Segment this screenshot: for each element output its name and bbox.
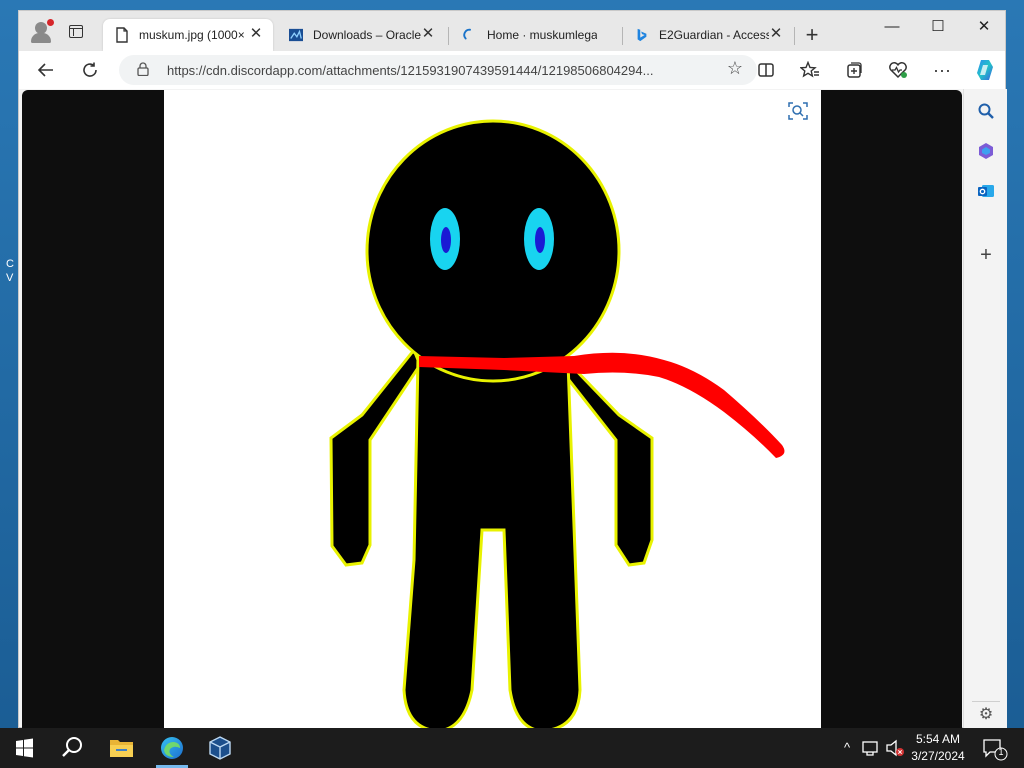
browser-essentials-icon	[889, 62, 907, 79]
profile-button[interactable]	[29, 19, 54, 43]
tab-home[interactable]: Home · muskumlega ✕	[451, 19, 621, 51]
tab-e2guardian[interactable]: E2Guardian - Access ✕	[623, 19, 793, 51]
visual-search-button[interactable]	[787, 100, 809, 122]
tab-title: Downloads – Oracle	[313, 28, 422, 42]
copilot-button[interactable]	[973, 57, 999, 83]
figure-body	[402, 356, 582, 729]
edge-sidebar: + ⚙	[963, 89, 1007, 729]
favorites-button[interactable]	[797, 57, 823, 83]
office-icon	[979, 143, 993, 159]
left-pupil	[441, 227, 451, 253]
navigation-toolbar: https://cdn.discordapp.com/attachments/1…	[19, 51, 1005, 89]
taskbar-file-explorer[interactable]	[98, 728, 146, 768]
sidebar-office-button[interactable]	[974, 139, 998, 163]
volume-muted-icon	[886, 739, 904, 757]
tab-actions-icon[interactable]	[69, 25, 83, 38]
split-screen-icon	[758, 63, 774, 77]
tab-separator	[448, 27, 449, 45]
search-icon	[978, 103, 994, 119]
minimize-button[interactable]: —	[869, 11, 915, 43]
taskbar-edge[interactable]	[148, 728, 196, 768]
favorite-star-icon[interactable]: ☆	[727, 58, 743, 79]
virtualbox-icon	[209, 736, 231, 760]
collections-icon	[847, 62, 862, 78]
tab-title: E2Guardian - Access	[659, 28, 769, 42]
refresh-icon	[83, 62, 97, 77]
outlook-icon	[978, 185, 994, 197]
notification-icon	[983, 739, 1008, 761]
maximize-button[interactable]: ☐	[915, 11, 961, 43]
desktop-icon-label: C	[6, 258, 14, 270]
clock-date: 3/27/2024	[911, 749, 965, 763]
tab-strip: muskum.jpg (1000× ✕ Downloads – Oracle ✕…	[19, 11, 1005, 51]
tab-downloads[interactable]: Downloads – Oracle ✕	[277, 19, 445, 51]
tab-muskum[interactable]: muskum.jpg (1000× ✕	[103, 19, 273, 51]
taskbar-clock[interactable]: 5:54 AM 3/27/2024	[906, 731, 970, 765]
back-icon	[37, 63, 53, 77]
bing-icon	[637, 28, 647, 42]
collections-button[interactable]	[841, 57, 867, 83]
start-icon	[16, 738, 33, 758]
refresh-button[interactable]	[77, 57, 103, 83]
image-viewer	[164, 90, 821, 729]
edge-icon	[161, 737, 183, 759]
sidebar-outlook-button[interactable]	[974, 179, 998, 203]
taskbar: ^ 5:54 AM 3/27/2024 1	[0, 728, 1024, 768]
loading-icon	[463, 28, 471, 40]
start-button[interactable]	[0, 728, 48, 768]
sidebar-settings-button[interactable]: ⚙	[974, 703, 998, 727]
lock-icon[interactable]	[137, 62, 149, 76]
browser-window: muskum.jpg (1000× ✕ Downloads – Oracle ✕…	[18, 10, 1007, 729]
sidebar-search-button[interactable]	[974, 99, 998, 123]
desktop-icon-label: V	[6, 272, 14, 284]
left-arm	[329, 347, 422, 567]
search-icon	[62, 737, 82, 757]
split-screen-button[interactable]	[753, 57, 779, 83]
browser-essentials-button[interactable]	[885, 57, 911, 83]
tray-volume[interactable]	[884, 728, 906, 768]
sidebar-add-button[interactable]: +	[974, 243, 998, 267]
right-pupil	[535, 227, 545, 253]
sidebar-divider	[972, 701, 1000, 702]
oracle-icon	[289, 28, 303, 42]
more-button[interactable]: ···	[929, 57, 955, 83]
notification-dot	[47, 19, 54, 26]
favorites-icon	[799, 60, 819, 78]
tab-title: muskum.jpg (1000×	[139, 28, 245, 42]
url-text[interactable]: https://cdn.discordapp.com/attachments/1…	[167, 63, 653, 78]
tray-overflow-button[interactable]: ^	[838, 728, 856, 768]
figure-head	[365, 119, 621, 383]
tab-separator	[794, 27, 795, 45]
notification-count: 1	[998, 747, 1004, 757]
visual-search-icon	[788, 102, 808, 120]
page-icon	[116, 27, 128, 43]
copilot-icon	[977, 60, 993, 80]
back-button[interactable]	[33, 57, 59, 83]
action-center-button[interactable]: 1	[980, 728, 1010, 768]
tab-title: Home · muskumlega	[487, 28, 597, 42]
stick-figure-image	[329, 119, 785, 729]
close-window-button[interactable]: ✕	[961, 11, 1007, 43]
file-explorer-icon	[110, 740, 133, 757]
right-arm	[563, 356, 654, 567]
close-tab-icon[interactable]: ✕	[767, 25, 785, 43]
taskbar-search-button[interactable]	[48, 728, 96, 768]
network-icon	[862, 741, 878, 756]
close-tab-icon[interactable]: ✕	[247, 25, 265, 43]
close-tab-icon[interactable]: ✕	[419, 25, 437, 43]
address-bar[interactable]: https://cdn.discordapp.com/attachments/1…	[119, 55, 757, 85]
taskbar-virtualbox[interactable]	[196, 728, 244, 768]
clock-time: 5:54 AM	[915, 732, 961, 746]
page-viewport	[22, 90, 962, 729]
tray-network[interactable]	[860, 728, 882, 768]
new-tab-button[interactable]: +	[799, 23, 825, 49]
